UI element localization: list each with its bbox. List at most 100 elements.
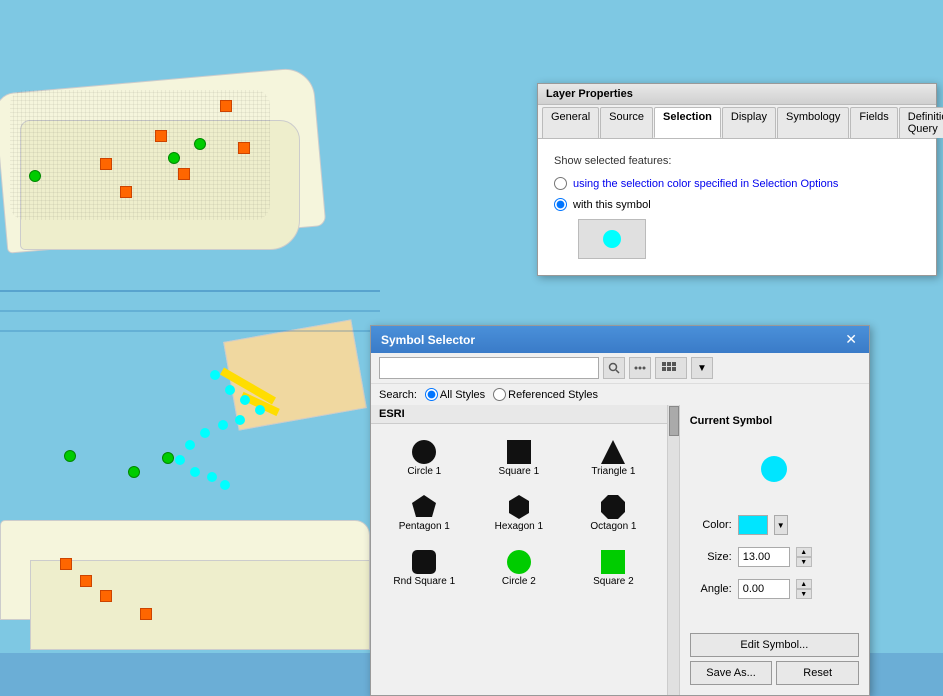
tab-general[interactable]: General xyxy=(542,107,599,138)
ss-symbol-grid: Circle 1 Square 1 xyxy=(371,424,667,601)
save-as-button[interactable]: Save As... xyxy=(690,661,773,685)
symbol-item-triangle1[interactable]: Triangle 1 xyxy=(568,432,659,483)
map-cyan-dot xyxy=(220,480,230,490)
edit-symbol-button[interactable]: Edit Symbol... xyxy=(690,633,859,657)
radio-all-styles[interactable]: All Styles xyxy=(425,388,485,401)
ss-grid-icon-btn[interactable] xyxy=(655,357,687,379)
layer-properties-dialog: Layer Properties General Source Selectio… xyxy=(537,83,937,276)
octagon1-shape xyxy=(599,493,627,521)
angle-decrement-btn[interactable]: ▼ xyxy=(796,589,812,599)
map-marker-orange xyxy=(178,168,190,180)
radio-this-symbol[interactable]: with this symbol xyxy=(554,198,920,211)
symbol-label-pentagon1: Pentagon 1 xyxy=(399,521,450,532)
symbol-item-circle1[interactable]: Circle 1 xyxy=(379,432,470,483)
map-cyan-dot xyxy=(218,420,228,430)
symbol-item-square2[interactable]: Square 2 xyxy=(568,542,659,593)
map-marker-green xyxy=(194,138,206,150)
layer-properties-tabs: General Source Selection Display Symbolo… xyxy=(538,105,936,139)
tab-source[interactable]: Source xyxy=(600,107,653,138)
dropdown-arrow-icon: ▼ xyxy=(697,363,707,374)
size-increment-btn[interactable]: ▲ xyxy=(796,547,812,557)
map-cyan-dot xyxy=(210,370,220,380)
map-marker-green xyxy=(162,452,174,464)
color-dropdown-btn[interactable]: ▼ xyxy=(774,515,788,535)
ss-scroll-area[interactable]: Circle 1 Square 1 xyxy=(371,424,667,695)
angle-row: Angle: ▲ ▼ xyxy=(690,579,859,599)
ss-symbol-list: ESRI Circle 1 xyxy=(371,405,680,695)
symbol-item-octagon1[interactable]: Octagon 1 xyxy=(568,487,659,538)
symbol-item-rndsquare1[interactable]: Rnd Square 1 xyxy=(379,542,470,593)
map-cyan-dot xyxy=(255,405,265,415)
ss-title: Symbol Selector xyxy=(381,333,475,347)
all-styles-label: All Styles xyxy=(440,389,485,401)
pentagon1-shape xyxy=(410,493,438,521)
ss-toolbar: ▼ xyxy=(371,353,869,384)
size-decrement-btn[interactable]: ▼ xyxy=(796,557,812,567)
layer-properties-title: Layer Properties xyxy=(546,88,633,100)
symbol-label-octagon1: Octagon 1 xyxy=(590,521,636,532)
layer-properties-titlebar: Layer Properties xyxy=(538,84,936,105)
radio-selection-color[interactable]: using the selection color specified in S… xyxy=(554,177,920,190)
all-styles-radio[interactable] xyxy=(425,388,438,401)
ss-dropdown-icon-btn[interactable]: ▼ xyxy=(691,357,713,379)
size-input[interactable] xyxy=(738,547,790,567)
radio1-label: using the selection color specified in S… xyxy=(573,178,838,190)
map-marker-orange xyxy=(120,186,132,198)
tab-symbology[interactable]: Symbology xyxy=(777,107,849,138)
angle-input[interactable] xyxy=(738,579,790,599)
color-label: Color: xyxy=(690,519,732,531)
ss-action-buttons: Edit Symbol... Save As... Reset xyxy=(690,633,859,685)
ss-close-button[interactable]: ✕ xyxy=(843,331,859,348)
ss-category-header: ESRI xyxy=(371,405,667,424)
symbol-selector-dialog: Symbol Selector ✕ xyxy=(370,325,870,696)
tab-selection[interactable]: Selection xyxy=(654,107,721,138)
ss-right-panel: Current Symbol Color: ▼ Size: ▲ ▼ xyxy=(680,405,869,695)
tab-fields[interactable]: Fields xyxy=(850,107,897,138)
color-swatch[interactable] xyxy=(738,515,768,535)
ss-options-icon-btn[interactable] xyxy=(629,357,651,379)
tab-definition-query[interactable]: Definition Query xyxy=(899,107,943,138)
ss-scrollbar[interactable] xyxy=(667,405,679,695)
map-marker-green xyxy=(168,152,180,164)
ss-search-icon-btn[interactable] xyxy=(603,357,625,379)
map-cyan-dot xyxy=(190,467,200,477)
symbol-item-pentagon1[interactable]: Pentagon 1 xyxy=(379,487,470,538)
show-selected-label: Show selected features: xyxy=(554,155,920,167)
map-marker-orange xyxy=(238,142,250,154)
reset-button[interactable]: Reset xyxy=(776,661,859,685)
symbol-preview-dot xyxy=(603,230,621,248)
radio-referenced-styles[interactable]: Referenced Styles xyxy=(493,388,598,401)
size-label: Size: xyxy=(690,551,732,563)
map-cyan-dot xyxy=(235,415,245,425)
ss-body: ESRI Circle 1 xyxy=(371,405,869,695)
radio-selection-color-input[interactable] xyxy=(554,177,567,190)
map-cyan-dot xyxy=(225,385,235,395)
current-symbol-preview xyxy=(744,439,804,499)
symbol-preview-rect[interactable] xyxy=(578,219,646,259)
ss-scrollbar-thumb[interactable] xyxy=(669,406,679,436)
map-marker-orange xyxy=(60,558,72,570)
map-marker-orange xyxy=(100,158,112,170)
ss-search-input[interactable] xyxy=(379,357,599,379)
category-label: ESRI xyxy=(379,408,405,420)
search-icon xyxy=(608,362,620,374)
tab-display[interactable]: Display xyxy=(722,107,776,138)
symbol-item-circle2[interactable]: Circle 2 xyxy=(474,542,565,593)
symbol-item-square1[interactable]: Square 1 xyxy=(474,432,565,483)
map-marker-orange xyxy=(220,100,232,112)
map-marker-green xyxy=(29,170,41,182)
referenced-styles-radio[interactable] xyxy=(493,388,506,401)
grid-icon xyxy=(662,362,680,374)
map-marker-orange xyxy=(155,130,167,142)
map-cyan-dot xyxy=(175,455,185,465)
map-marker-orange xyxy=(140,608,152,620)
map-marker-orange xyxy=(100,590,112,602)
referenced-styles-label: Referenced Styles xyxy=(508,389,598,401)
layer-properties-content: Show selected features: using the select… xyxy=(538,139,936,275)
angle-increment-btn[interactable]: ▲ xyxy=(796,579,812,589)
ss-titlebar: Symbol Selector ✕ xyxy=(371,326,869,353)
symbol-label-square1: Square 1 xyxy=(499,466,540,477)
circle2-shape xyxy=(505,548,533,576)
symbol-item-hexagon1[interactable]: Hexagon 1 xyxy=(474,487,565,538)
radio-this-symbol-input[interactable] xyxy=(554,198,567,211)
